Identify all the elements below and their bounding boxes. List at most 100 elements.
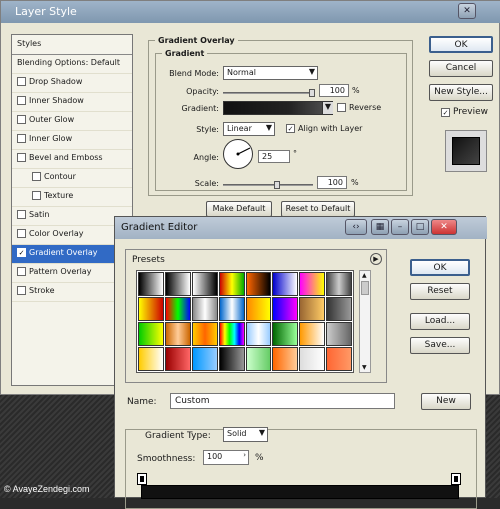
style-checkbox[interactable] <box>17 153 26 162</box>
gradient-type-select[interactable]: Solid ▼ <box>223 427 268 442</box>
preset-swatch[interactable] <box>218 322 245 346</box>
preset-swatch[interactable] <box>245 297 272 321</box>
preset-swatch[interactable] <box>138 347 164 371</box>
style-item[interactable]: Blending Options: Default <box>12 55 132 74</box>
preset-swatch[interactable] <box>326 347 352 371</box>
presets-scrollbar[interactable]: ▲ ▼ <box>359 270 371 373</box>
style-checkbox[interactable] <box>17 286 26 295</box>
style-checkbox[interactable] <box>17 134 26 143</box>
load-button[interactable]: Load... <box>410 313 470 330</box>
style-checkbox[interactable] <box>17 77 26 86</box>
preset-swatch[interactable] <box>164 272 191 296</box>
gradient-ok-button[interactable]: OK <box>410 259 470 276</box>
opacity-label: Opacity: <box>186 87 219 96</box>
style-checkbox[interactable] <box>32 172 41 181</box>
preset-swatch[interactable] <box>299 272 326 296</box>
opacity-slider-thumb[interactable] <box>309 89 315 97</box>
grid-icon[interactable]: ▦ <box>371 219 389 235</box>
preset-swatch[interactable] <box>299 322 326 346</box>
minimize-icon[interactable]: – <box>391 219 409 235</box>
preset-swatch[interactable] <box>164 297 191 321</box>
angle-dial[interactable] <box>223 139 253 169</box>
style-value: Linear <box>227 124 252 133</box>
make-default-button[interactable]: Make Default <box>206 201 272 217</box>
preset-swatch[interactable] <box>164 347 191 371</box>
gradient-preview[interactable] <box>223 101 333 115</box>
opacity-slider[interactable] <box>223 92 313 94</box>
new-style-button[interactable]: New Style... <box>429 84 493 101</box>
save-button[interactable]: Save... <box>410 337 470 354</box>
style-checkbox[interactable] <box>17 210 26 219</box>
style-checkbox[interactable] <box>17 96 26 105</box>
style-checkbox[interactable] <box>17 115 26 124</box>
preset-swatch[interactable] <box>326 272 352 296</box>
style-checkbox[interactable] <box>17 229 26 238</box>
style-item[interactable]: Inner Glow <box>12 131 132 150</box>
style-label: Style: <box>196 125 219 134</box>
preset-swatch[interactable] <box>191 297 218 321</box>
close-icon[interactable]: ✕ <box>458 3 476 19</box>
maximize-icon[interactable]: □ <box>411 219 429 235</box>
style-checkbox[interactable]: ✓ <box>17 248 26 257</box>
preset-swatch[interactable] <box>191 272 218 296</box>
style-checkbox[interactable] <box>32 191 41 200</box>
new-gradient-button[interactable]: New <box>421 393 471 410</box>
close-icon[interactable]: ✕ <box>431 219 457 235</box>
presets-menu-icon[interactable]: ▶ <box>370 253 382 265</box>
cancel-button[interactable]: Cancel <box>429 60 493 77</box>
preset-swatch[interactable] <box>191 347 218 371</box>
style-item[interactable]: Drop Shadow <box>12 74 132 93</box>
preset-swatch[interactable] <box>245 347 272 371</box>
style-item[interactable]: Bevel and Emboss <box>12 150 132 169</box>
scroll-thumb[interactable] <box>361 281 369 295</box>
style-item[interactable]: Outer Glow <box>12 112 132 131</box>
preset-swatch[interactable] <box>164 322 191 346</box>
preset-swatch[interactable] <box>245 322 272 346</box>
smoothness-input[interactable]: 100 › <box>203 450 249 465</box>
preset-swatch[interactable] <box>138 272 164 296</box>
scale-slider[interactable] <box>223 184 313 186</box>
preset-swatch[interactable] <box>218 347 245 371</box>
gradient-reset-button[interactable]: Reset <box>410 283 470 300</box>
preset-swatch[interactable] <box>272 322 299 346</box>
scroll-down-icon[interactable]: ▼ <box>362 364 367 371</box>
preset-swatch[interactable] <box>272 347 299 371</box>
chevron-down-icon[interactable]: ▼ <box>322 102 333 114</box>
gradient-label: Gradient: <box>181 104 219 113</box>
preset-swatch[interactable] <box>218 297 245 321</box>
preset-swatch[interactable] <box>138 322 164 346</box>
align-with-layer-checkbox[interactable]: ✓ <box>286 124 295 133</box>
style-checkbox[interactable] <box>17 267 26 276</box>
preset-swatch[interactable] <box>138 297 164 321</box>
style-item[interactable]: Contour <box>12 169 132 188</box>
preset-swatch[interactable] <box>272 272 299 296</box>
preset-swatch[interactable] <box>218 272 245 296</box>
style-select[interactable]: Linear ▼ <box>223 122 275 136</box>
style-item[interactable]: Texture <box>12 188 132 207</box>
ok-button[interactable]: OK <box>429 36 493 53</box>
reverse-checkbox[interactable] <box>337 103 346 112</box>
preset-swatch[interactable] <box>299 347 326 371</box>
opacity-input[interactable]: 100 <box>319 84 349 97</box>
scale-input[interactable]: 100 <box>317 176 347 189</box>
style-item[interactable]: Inner Shadow <box>12 93 132 112</box>
preset-swatch[interactable] <box>299 297 326 321</box>
scroll-up-icon[interactable]: ▲ <box>362 272 367 279</box>
group-title: Gradient Overlay <box>158 36 235 45</box>
code-icon[interactable]: ‹› <box>345 219 367 235</box>
blend-mode-select[interactable]: Normal ▼ <box>223 66 318 80</box>
preset-swatch[interactable] <box>191 322 218 346</box>
preset-swatch[interactable] <box>326 297 352 321</box>
preset-swatch[interactable] <box>326 322 352 346</box>
watermark: © AvayeZendegi.com <box>4 484 90 494</box>
opacity-stop-right[interactable] <box>451 473 461 485</box>
reset-to-default-button[interactable]: Reset to Default <box>281 201 355 217</box>
preset-swatch[interactable] <box>245 272 272 296</box>
preset-swatch[interactable] <box>272 297 299 321</box>
name-input[interactable]: Custom <box>170 393 395 409</box>
preview-checkbox[interactable]: ✓ <box>441 108 450 117</box>
scale-slider-thumb[interactable] <box>274 181 280 189</box>
gradient-bar[interactable] <box>141 485 459 499</box>
opacity-stop-left[interactable] <box>137 473 147 485</box>
angle-input[interactable]: 25 <box>258 150 290 163</box>
